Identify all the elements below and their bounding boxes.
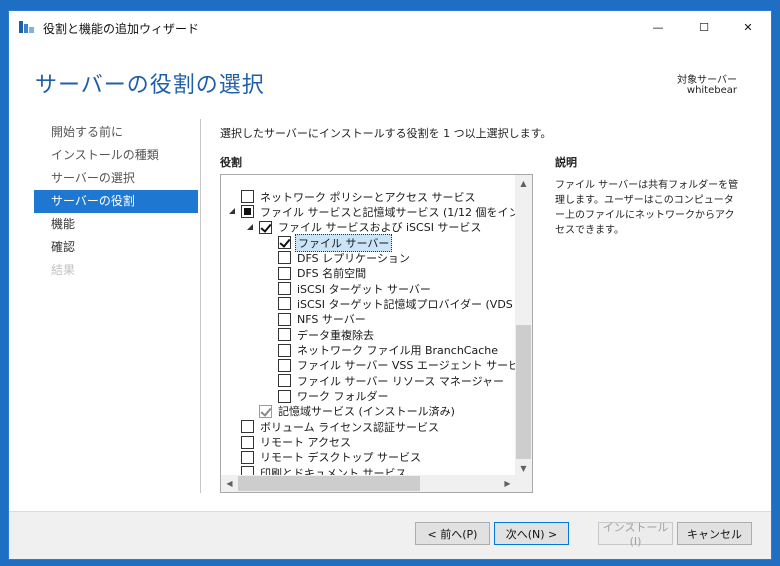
role-checkbox[interactable]: [241, 190, 254, 203]
scroll-left-icon[interactable]: ◀: [221, 475, 238, 492]
nav-item-installation-type[interactable]: インストールの種類: [34, 144, 198, 167]
role-label: NFS サーバー: [297, 313, 366, 327]
wizard-nav: 開始する前に インストールの種類 サーバーの選択 サーバーの役割 機能 確認 結…: [34, 121, 198, 282]
role-row[interactable]: ネットワーク ポリシーとアクセス サービス: [221, 189, 516, 204]
horizontal-scrollbar[interactable]: ◀ ▶: [221, 475, 516, 492]
role-checkbox[interactable]: [241, 435, 254, 449]
role-label: ボリューム ライセンス認証サービス: [260, 420, 439, 434]
role-row[interactable]: 印刷とドキュメント サービス: [221, 465, 516, 475]
role-row[interactable]: ボリューム ライセンス認証サービス: [221, 419, 516, 434]
window-title: 役割と機能の追加ウィザード: [43, 22, 200, 36]
install-button: インストール(I): [598, 521, 673, 548]
vertical-scrollbar[interactable]: ▲ ▼: [515, 175, 532, 477]
role-checkbox[interactable]: [278, 236, 291, 250]
role-row[interactable]: リモート デスクトップ サービス: [221, 450, 516, 465]
horizontal-scroll-thumb[interactable]: [238, 476, 420, 491]
close-button[interactable]: ✕: [725, 11, 771, 43]
roles-tree: ネットワーク ポリシーとアクセス サービス ファイル サービスと記憶域サービス (…: [221, 175, 516, 475]
role-label: 印刷とドキュメント サービス: [260, 466, 407, 475]
role-row[interactable]: NFS サーバー: [221, 312, 516, 327]
role-row[interactable]: DFS レプリケーション: [221, 250, 516, 265]
tree-expander-icon[interactable]: [246, 223, 255, 232]
button-bar: < 前へ(P) 次へ(N) > インストール(I) キャンセル: [9, 511, 771, 559]
role-label: リモート デスクトップ サービス: [260, 451, 421, 465]
nav-item-server-roles[interactable]: サーバーの役割: [34, 190, 198, 213]
role-label: iSCSI ターゲット記憶域プロバイダー (VDS および V: [297, 297, 516, 311]
role-checkbox[interactable]: [278, 343, 291, 357]
server-manager-icon: [19, 21, 34, 33]
role-label: DFS レプリケーション: [297, 251, 410, 265]
role-label: ファイル サーバー VSS エージェント サービス: [297, 359, 516, 373]
role-checkbox[interactable]: [241, 466, 254, 475]
roles-tree-view[interactable]: ネットワーク ポリシーとアクセス サービス ファイル サービスと記憶域サービス (…: [220, 174, 533, 493]
role-label: ネットワーク ポリシーとアクセス サービス: [260, 190, 476, 204]
target-server-name: whitebear: [686, 85, 737, 96]
scroll-up-icon[interactable]: ▲: [515, 175, 532, 192]
role-label: ネットワーク ファイル用 BranchCache: [297, 344, 499, 357]
role-checkbox[interactable]: [278, 297, 291, 311]
role-checkbox[interactable]: [278, 251, 291, 265]
role-row[interactable]: iSCSI ターゲット サーバー: [221, 281, 516, 296]
role-row[interactable]: ファイル サーバー リソース マネージャー: [221, 373, 516, 388]
role-row[interactable]: 記憶域サービス (インストール済み): [221, 404, 516, 419]
vertical-scroll-thumb[interactable]: [516, 325, 531, 459]
role-label: データ重複除去: [297, 328, 374, 342]
role-label: ファイル サーバー: [295, 233, 393, 252]
role-label: 記憶域サービス (インストール済み): [278, 405, 455, 419]
previous-button[interactable]: < 前へ(P): [415, 522, 490, 545]
role-label: DFS 名前空間: [297, 267, 367, 281]
role-row[interactable]: iSCSI ターゲット記憶域プロバイダー (VDS および V: [221, 296, 516, 311]
nav-item-before-you-begin[interactable]: 開始する前に: [34, 121, 198, 144]
scrollbar-corner: [515, 475, 532, 492]
maximize-button[interactable]: ☐: [681, 11, 727, 43]
role-label: ファイル サービスと記憶域サービス (1/12 個をインストール済: [260, 205, 516, 219]
close-icon: ✕: [743, 20, 753, 34]
nav-divider: [200, 119, 201, 493]
title-bar[interactable]: 役割と機能の追加ウィザード — ☐ ✕: [9, 11, 771, 43]
scroll-right-icon[interactable]: ▶: [499, 475, 516, 492]
role-checkbox: [259, 404, 272, 418]
wizard-window: 役割と機能の追加ウィザード — ☐ ✕ サーバーの役割の選択 対象サーバー wh…: [8, 10, 772, 560]
role-checkbox[interactable]: [278, 328, 291, 342]
page-title: サーバーの役割の選択: [35, 73, 265, 98]
description-heading: 説明: [555, 156, 577, 169]
role-checkbox[interactable]: [278, 312, 291, 326]
cancel-button[interactable]: キャンセル: [677, 522, 752, 545]
role-row[interactable]: ファイル サービスと記憶域サービス (1/12 個をインストール済: [221, 204, 516, 219]
minimize-icon: —: [652, 20, 664, 34]
role-checkbox[interactable]: [278, 266, 291, 280]
role-checkbox[interactable]: [241, 205, 254, 219]
target-server-label: 対象サーバー: [677, 75, 737, 86]
role-row[interactable]: DFS 名前空間: [221, 266, 516, 281]
role-row[interactable]: ネットワーク ファイル用 BranchCache: [221, 343, 516, 358]
role-checkbox[interactable]: [241, 420, 254, 434]
description-text: ファイル サーバーは共有フォルダーを管理します。ユーザーはこのコンピューター上の…: [555, 180, 739, 236]
nav-item-confirmation[interactable]: 確認: [34, 236, 198, 259]
role-label: ファイル サーバー リソース マネージャー: [297, 374, 505, 388]
role-label: ワーク フォルダー: [297, 390, 389, 404]
next-button[interactable]: 次へ(N) >: [494, 522, 569, 545]
minimize-button[interactable]: —: [635, 11, 681, 43]
role-row[interactable]: データ重複除去: [221, 327, 516, 342]
role-label: iSCSI ターゲット サーバー: [297, 282, 431, 296]
nav-item-server-selection[interactable]: サーバーの選択: [34, 167, 198, 190]
maximize-icon: ☐: [699, 20, 709, 34]
role-checkbox[interactable]: [241, 450, 254, 464]
role-checkbox[interactable]: [278, 389, 291, 403]
nav-item-results: 結果: [51, 263, 76, 277]
role-row[interactable]: リモート アクセス: [221, 435, 516, 450]
role-label: リモート アクセス: [260, 436, 351, 450]
role-row[interactable]: ファイル サービスおよび iSCSI サービス: [221, 220, 516, 235]
role-checkbox[interactable]: [278, 374, 291, 388]
role-checkbox[interactable]: [278, 358, 291, 372]
nav-item-features[interactable]: 機能: [34, 213, 198, 236]
role-row[interactable]: ワーク フォルダー: [221, 389, 516, 404]
role-row[interactable]: ファイル サーバー VSS エージェント サービス: [221, 358, 516, 373]
role-checkbox[interactable]: [278, 282, 291, 296]
tree-expander-icon[interactable]: [228, 207, 237, 216]
roles-heading: 役割: [220, 156, 242, 169]
instruction-text: 選択したサーバーにインストールする役割を 1 つ以上選択します。: [220, 127, 552, 140]
role-checkbox[interactable]: [259, 220, 272, 234]
role-row[interactable]: ファイル サーバー: [221, 233, 516, 252]
